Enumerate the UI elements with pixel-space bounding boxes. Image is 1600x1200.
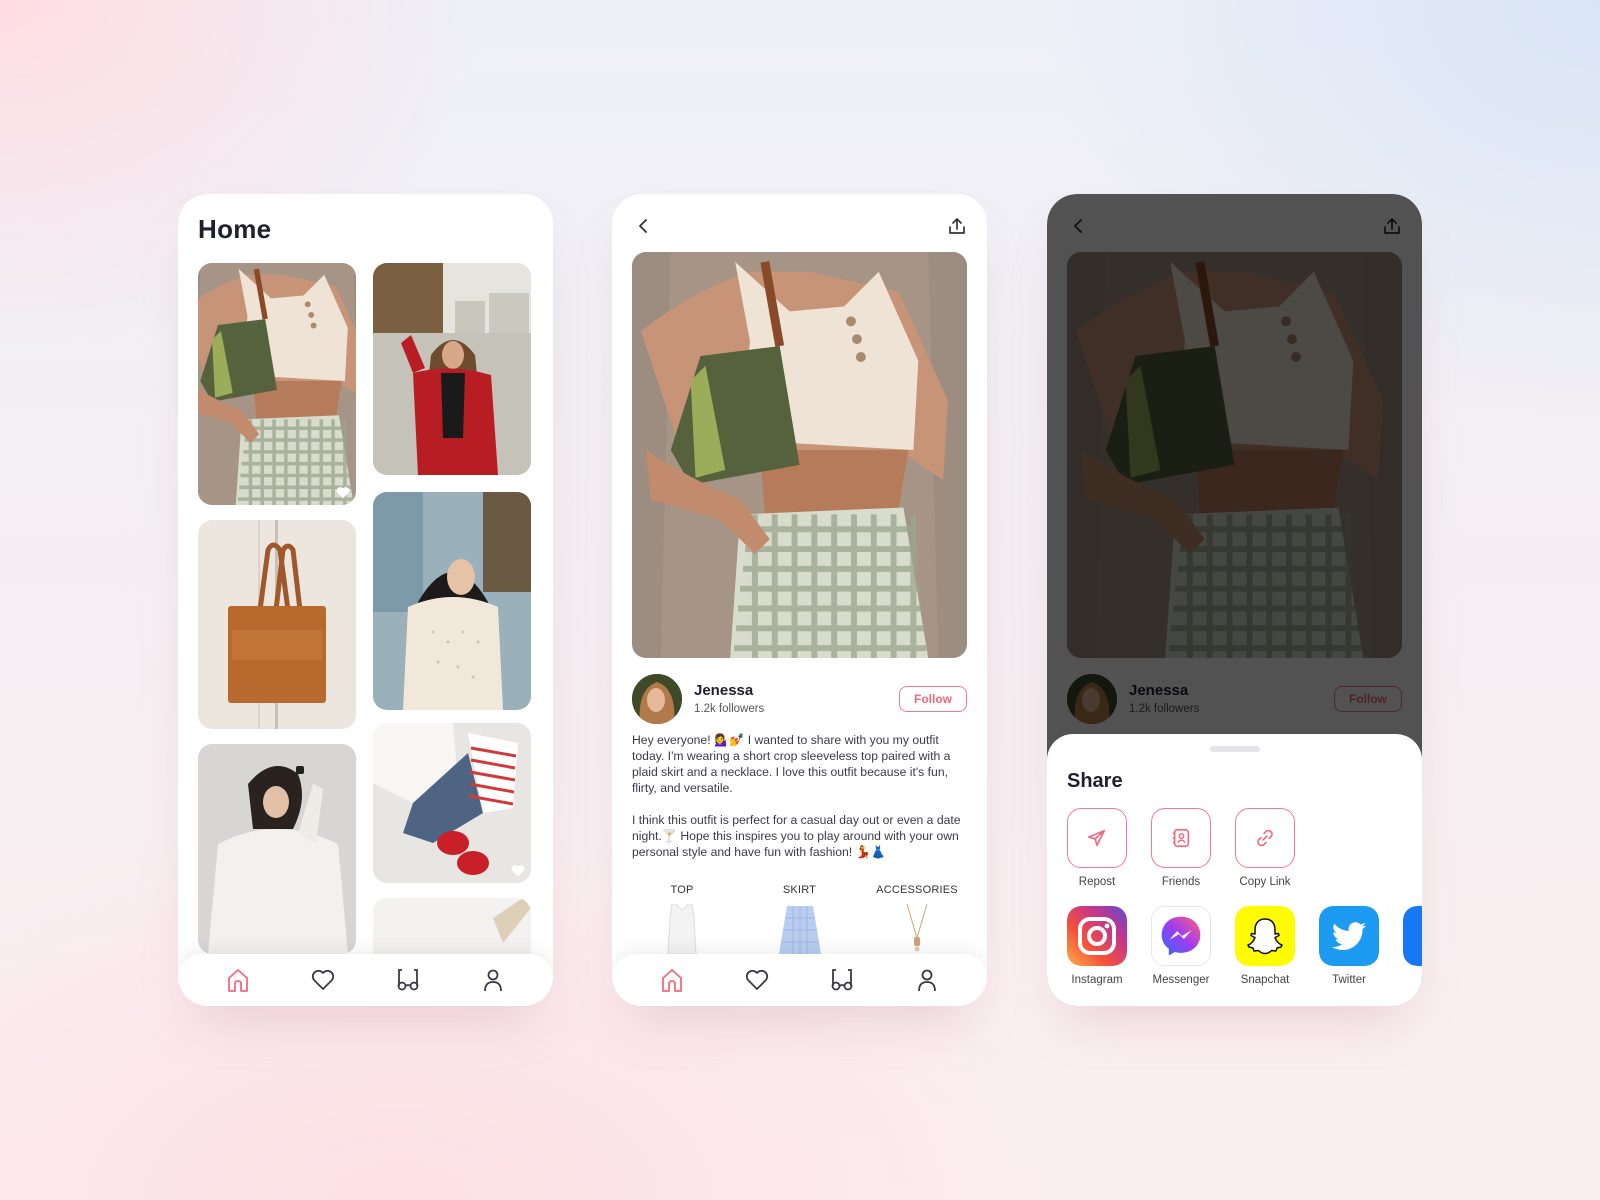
nav-looks[interactable] <box>392 964 424 996</box>
caption-paragraph: Hey everyone! 💁‍♀️💅 I wanted to share wi… <box>632 733 951 795</box>
sheet-title: Share <box>1067 770 1123 792</box>
nav-favorites[interactable] <box>741 964 773 996</box>
post-image[interactable] <box>632 252 967 658</box>
instagram-icon <box>1067 906 1127 966</box>
app-label: Fa <box>1403 974 1422 986</box>
flatlay-photo <box>373 723 531 883</box>
user-icon <box>917 969 936 992</box>
facebook-icon <box>1403 906 1422 966</box>
feed-tile[interactable] <box>373 492 531 710</box>
necklace-thumb <box>906 904 928 952</box>
top-bar <box>612 194 987 252</box>
post-detail-screen: Jenessa 1.2k followers Follow Hey everyo… <box>612 194 987 1006</box>
caption-paragraph: I think this outfit is perfect for a cas… <box>632 813 961 859</box>
author-row: Jenessa 1.2k followers Follow <box>632 674 967 724</box>
app-label: Messenger <box>1152 974 1210 986</box>
share-snapchat[interactable]: Snapchat <box>1235 906 1295 986</box>
copy-link-button[interactable]: Copy Link <box>1235 808 1295 888</box>
nav-favorites[interactable] <box>307 964 339 996</box>
share-facebook[interactable]: Fa <box>1403 906 1422 986</box>
share-icon[interactable] <box>947 216 967 236</box>
app-label: Twitter <box>1332 974 1366 986</box>
avatar[interactable] <box>632 674 682 724</box>
app-label: Snapchat <box>1240 974 1290 986</box>
drag-handle[interactable] <box>1209 746 1260 752</box>
home-screen: Home <box>178 194 553 1006</box>
red-jacket-photo <box>373 263 531 475</box>
link-icon <box>1257 829 1273 847</box>
heart-icon <box>312 969 335 990</box>
chevron-left-icon[interactable] <box>634 216 654 236</box>
action-label: Copy Link <box>1239 876 1291 888</box>
outfit-photo <box>632 252 967 658</box>
author-name[interactable]: Jenessa <box>694 682 753 699</box>
feed-tile[interactable] <box>198 263 356 505</box>
polka-dress-photo <box>373 492 531 710</box>
feed-tile[interactable] <box>198 744 356 954</box>
share-apps: Instagram Messenger Snapchat Twitter <box>1067 906 1422 986</box>
nav-looks[interactable] <box>826 964 858 996</box>
share-screen: Jenessa 1.2k followers Follow Share Repo… <box>1047 194 1422 1006</box>
post-caption: Hey everyone! 💁‍♀️💅 I wanted to share wi… <box>632 732 967 876</box>
feed-tile[interactable] <box>198 520 356 729</box>
glasses-icon <box>831 969 853 991</box>
item-skirt[interactable]: SKIRT <box>750 884 850 954</box>
feed-tile[interactable] <box>373 723 531 883</box>
contact-book-icon <box>1172 828 1190 848</box>
messenger-icon <box>1152 907 1210 965</box>
friends-button[interactable]: Friends <box>1151 808 1211 888</box>
nav-home[interactable] <box>222 964 254 996</box>
leather-tote-photo <box>198 520 356 729</box>
share-twitter[interactable]: Twitter <box>1319 906 1379 986</box>
home-icon <box>228 969 249 992</box>
item-label: ACCESSORIES <box>876 884 958 896</box>
page-title: Home <box>198 214 272 244</box>
feed-tile[interactable] <box>373 263 531 475</box>
snapchat-icon <box>1235 906 1295 966</box>
paper-plane-icon <box>1087 829 1106 847</box>
heart-icon <box>746 969 769 990</box>
bottom-nav <box>612 954 987 1006</box>
nav-home[interactable] <box>656 964 688 996</box>
repost-button[interactable]: Repost <box>1067 808 1127 888</box>
action-label: Repost <box>1078 876 1116 888</box>
follow-button[interactable]: Follow <box>899 686 967 712</box>
twitter-icon <box>1319 906 1379 966</box>
item-top[interactable]: TOP <box>632 884 732 954</box>
white-shirt-photo <box>198 744 356 954</box>
nav-profile[interactable] <box>911 964 943 996</box>
tank-top-thumb <box>667 904 697 954</box>
app-label: Instagram <box>1071 974 1123 986</box>
glasses-icon <box>397 969 419 991</box>
share-messenger[interactable]: Messenger <box>1151 906 1211 986</box>
share-instagram[interactable]: Instagram <box>1067 906 1127 986</box>
outfit-items: TOP SKIRT ACCESSORIES <box>632 884 967 954</box>
item-accessories[interactable]: ACCESSORIES <box>867 884 967 954</box>
share-sheet: Share Repost Friends Copy Link Instagram… <box>1047 734 1422 1006</box>
heart-icon[interactable] <box>336 486 350 499</box>
follower-count: 1.2k followers <box>694 703 765 715</box>
bottom-nav <box>178 954 553 1006</box>
item-label: SKIRT <box>782 884 817 896</box>
outfit-photo <box>198 263 356 505</box>
share-actions: Repost Friends Copy Link <box>1067 808 1295 888</box>
item-label: TOP <box>670 884 694 896</box>
skirt-thumb <box>778 906 821 954</box>
nav-profile[interactable] <box>477 964 509 996</box>
heart-icon[interactable] <box>511 864 525 877</box>
home-icon <box>662 969 683 992</box>
user-icon <box>483 969 502 992</box>
action-label: Friends <box>1161 876 1201 888</box>
